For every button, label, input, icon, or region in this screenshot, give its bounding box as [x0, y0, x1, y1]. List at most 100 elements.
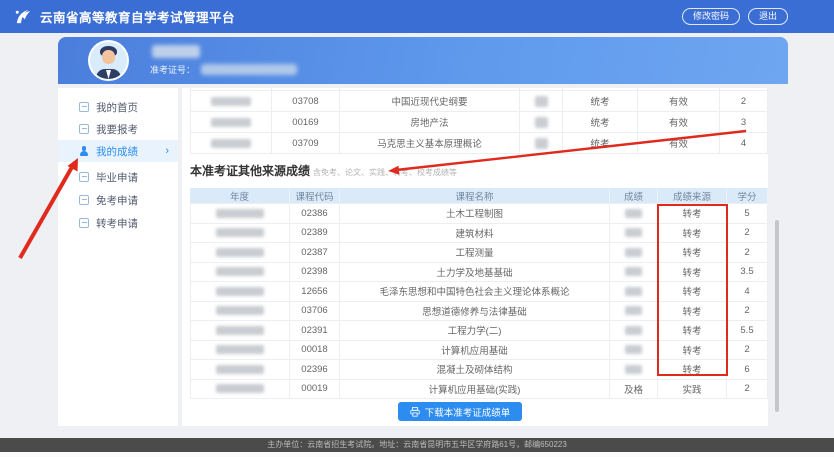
section-title-text: 本准考证其他来源成绩: [190, 164, 310, 178]
redacted-value: [625, 287, 642, 296]
cell-score-source: 转考: [658, 243, 727, 262]
cell-course-name: 计算机应用基础(实践): [340, 380, 610, 399]
chevron-right-icon: ›: [165, 145, 169, 157]
redacted-value: [535, 96, 548, 107]
sidebar-item-5[interactable]: 免考申请: [58, 189, 178, 211]
clipped-cell: [520, 88, 563, 90]
header-cell: 年度: [190, 188, 290, 203]
exam-id-line: 准考证号：: [150, 63, 297, 76]
redacted-value: [625, 209, 642, 218]
person-icon: [79, 146, 89, 156]
cell-year: [190, 282, 290, 301]
header-cell: 学分: [727, 188, 768, 203]
cell-score: [610, 263, 658, 282]
sidebar-item-label: 转考申请: [96, 216, 138, 231]
cell-course-code: 03708: [272, 91, 340, 111]
sidebar-item-label: 免考申请: [96, 193, 138, 208]
cell-course-code: 02396: [290, 360, 340, 379]
cell-course-name: 工程力学(二): [340, 321, 610, 340]
redacted-value: [535, 138, 548, 149]
cell-credit: 2: [727, 302, 768, 321]
main-content: 03708中国近现代史纲要统考有效200169房地产法统考有效303709马克思…: [182, 88, 768, 426]
sidebar-item-6[interactable]: 转考申请: [58, 212, 178, 234]
other-score-row: 12656毛泽东思想和中国特色社会主义理论体系概论转考4: [190, 282, 768, 302]
cell-score-source: 转考: [658, 341, 727, 360]
logout-button[interactable]: 退出: [748, 8, 788, 25]
cell-score: [610, 302, 658, 321]
cell-course-code: 02387: [290, 243, 340, 262]
sidebar-item-3[interactable]: 我的成绩›: [58, 140, 178, 162]
cell-score-source: 转考: [658, 282, 727, 301]
other-score-row: 00019计算机应用基础(实践)及格实践2: [190, 380, 768, 400]
cell-year: [190, 204, 290, 223]
header-cell: 成绩来源: [658, 188, 727, 203]
cell-credit: 6: [727, 360, 768, 379]
sidebar-item-1[interactable]: 我的首页: [58, 96, 178, 118]
cell-score: [610, 243, 658, 262]
cell-credit: 2: [727, 341, 768, 360]
register-icon: [79, 124, 89, 134]
cell-course-code: 02391: [290, 321, 340, 340]
transfer-icon: [79, 218, 89, 228]
cell-credit: 2: [727, 224, 768, 243]
cell-credit: 2: [720, 91, 768, 111]
vertical-scrollbar[interactable]: [775, 220, 779, 412]
cell-score-source: 转考: [658, 302, 727, 321]
cell-course-code: 02398: [290, 263, 340, 282]
redacted-value: [625, 365, 642, 374]
graduation-icon: [79, 172, 89, 182]
current-scores-table: 03708中国近现代史纲要统考有效200169房地产法统考有效303709马克思…: [190, 88, 768, 154]
cell-score-source: 转考: [658, 263, 727, 282]
user-name-redacted: [152, 45, 200, 58]
cell-score: [610, 282, 658, 301]
cell-score-source: 转考: [658, 204, 727, 223]
download-button-label: 下载本准考证成绩单: [425, 405, 511, 419]
sidebar-item-2[interactable]: 我要报考: [58, 118, 178, 140]
cell-year: [190, 321, 290, 340]
cell-course-code: 03709: [272, 133, 340, 153]
cell-score: [520, 133, 563, 153]
top-header: 云南省高等教育自学考试管理平台 修改密码 退出: [0, 0, 834, 33]
cell-course-name: 马克思主义基本原理概论: [340, 133, 520, 153]
other-scores-section-title: 本准考证其他来源成绩含免考、论文、实践、转考、校考成绩等: [190, 162, 457, 179]
cell-year: [190, 133, 272, 153]
cell-year: [190, 91, 272, 111]
cell-course-name: 房地产法: [340, 112, 520, 132]
cell-score: 及格: [610, 380, 658, 399]
download-transcript-button[interactable]: 下载本准考证成绩单: [398, 402, 522, 421]
change-password-button[interactable]: 修改密码: [682, 8, 740, 25]
cell-validity: 有效: [638, 112, 720, 132]
redacted-value: [216, 365, 264, 374]
other-score-row: 02391工程力学(二)转考5.5: [190, 321, 768, 341]
printer-icon: [410, 407, 420, 417]
redacted-value: [535, 117, 548, 128]
cell-score-source: 转考: [658, 360, 727, 379]
sidebar-item-label: 毕业申请: [96, 170, 138, 185]
cell-course-name: 土力学及地基基础: [340, 263, 610, 282]
cell-score: [610, 321, 658, 340]
cell-course-name: 土木工程制图: [340, 204, 610, 223]
clipped-cell: [638, 88, 720, 90]
cell-course-code: 00019: [290, 380, 340, 399]
exam-id-label: 准考证号：: [150, 63, 195, 76]
cell-score: [520, 112, 563, 132]
redacted-value: [625, 345, 642, 354]
redacted-value: [211, 97, 251, 106]
cell-course-name: 工程测量: [340, 243, 610, 262]
cell-year: [190, 224, 290, 243]
section-subtitle-text: 含免考、论文、实践、转考、校考成绩等: [313, 168, 457, 177]
exemption-icon: [79, 195, 89, 205]
avatar: [88, 40, 129, 81]
current-score-row: 03708中国近现代史纲要统考有效2: [190, 91, 768, 112]
cell-credit: 4: [720, 133, 768, 153]
redacted-value: [216, 326, 264, 335]
page-title: 云南省高等教育自学考试管理平台: [40, 7, 235, 26]
cell-course-name: 思想道德修养与法律基础: [340, 302, 610, 321]
cell-score-source: 统考: [563, 112, 638, 132]
cell-year: [190, 360, 290, 379]
sidebar-item-4[interactable]: 毕业申请: [58, 166, 178, 188]
cell-score-source: 统考: [563, 133, 638, 153]
header-cell: 课程代码: [290, 188, 340, 203]
redacted-value: [216, 267, 264, 276]
cell-course-code: 00169: [272, 112, 340, 132]
